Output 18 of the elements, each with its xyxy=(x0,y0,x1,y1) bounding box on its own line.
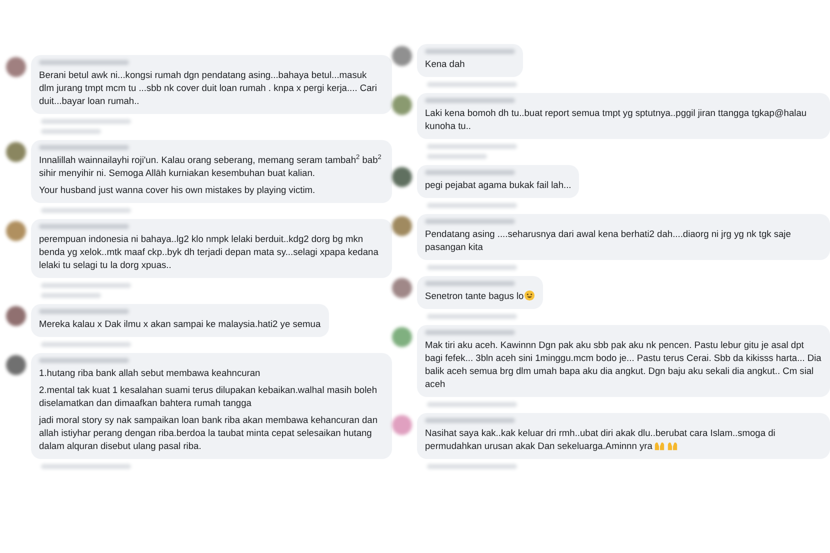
comment-text: perempuan indonesia ni bahaya..lg2 klo nmpk lelaki berduit..kdg2 dorg bg mkn benda yg xelok..mtk maaf ckp..byk dh terjadi depan mata sy...selagi xpapa kedana lelaki tu selagi tu la dorg xpuas.. xyxy=(39,233,380,272)
comment-text: 1.hutang riba bank allah sebut membawa keahncuran xyxy=(39,367,262,380)
comment-text: pegi pejabat agama bukak fail lah... xyxy=(425,179,572,192)
smiley-icon xyxy=(524,290,535,301)
raised-hands-icon xyxy=(667,440,678,451)
comment-text: Berani betul awk ni...kongsi rumah dgn pendatang asing...bahaya betul...masuk dlm jurang tmpt mcm tu ...sbb nk cover duit loan rumah . knpa x pergi kerja.... Cari duit...bayar loan rumah.. xyxy=(39,69,378,108)
comment-text: Senetron tante bagus lo xyxy=(425,290,535,303)
comment-text: 2.mental tak kuat 1 kesalahan suami terus dilupakan kebaikan.walhal masih boleh diselamatkan dan dimaafkan bahtera rumah tangga xyxy=(39,384,378,410)
comment-text: Innalillah wainnailayhi roji'un. Kalau orang seberang, memang seram tambah$^{2}$ bab$^{2}$ sihir menyihir ni. Semoga Allāh kurniakan kesembuhan buat kalian. xyxy=(39,154,382,180)
comment-text: Laki kena bomoh dh tu..buat report semua tmpt yg sptutnya..pggil jiran ttangga tgkap@halau kunoha tu.. xyxy=(425,107,808,133)
comment-text: Nasihat saya kak..kak keluar dri rmh..ubat diri akak dlu..berubat cara Islam..smoga di permudahkan urusan akak Dan sekeluarga.Aminnn yra xyxy=(425,427,776,453)
comment-text: Kena dah xyxy=(425,58,466,71)
comment-text: jadi moral story sy nak sampaikan loan bank riba akan membawa kehancuran dan allah istiyhar perang dengan riba.berdoa la taubat minta cepat selesaikan hutang dalam alquran disebut ulang pasal riba. xyxy=(39,414,378,453)
comment-text: Mak tiri aku aceh. Kawinnn Dgn pak aku sbb pak aku nk pencen. Pastu lebur gitu je asal dpt bagi fefek... 3bln aceh sini 1minggu.mcm bodo je... Pastu terus Cerai. Sbb da kikisss harta... Dia balik aceh semua brg dlm umah bapa aku dia angkut. Dgn baju aku sekali dia angkut.. Cm sial aceh xyxy=(425,339,822,391)
comment-text: Your husband just wanna cover his own mistakes by playing victim. xyxy=(39,184,316,197)
comment-text: Mereka kalau x Dak ilmu x akan sampai ke malaysia.hati2 ye semua xyxy=(39,318,321,331)
comment-text: Pendatang asing ....seharusnya dari awal kena berhati2 dah....diaorg ni jrg yg nk tgk saje pasangan kita xyxy=(425,228,792,254)
raised-hands-icon xyxy=(654,440,666,451)
